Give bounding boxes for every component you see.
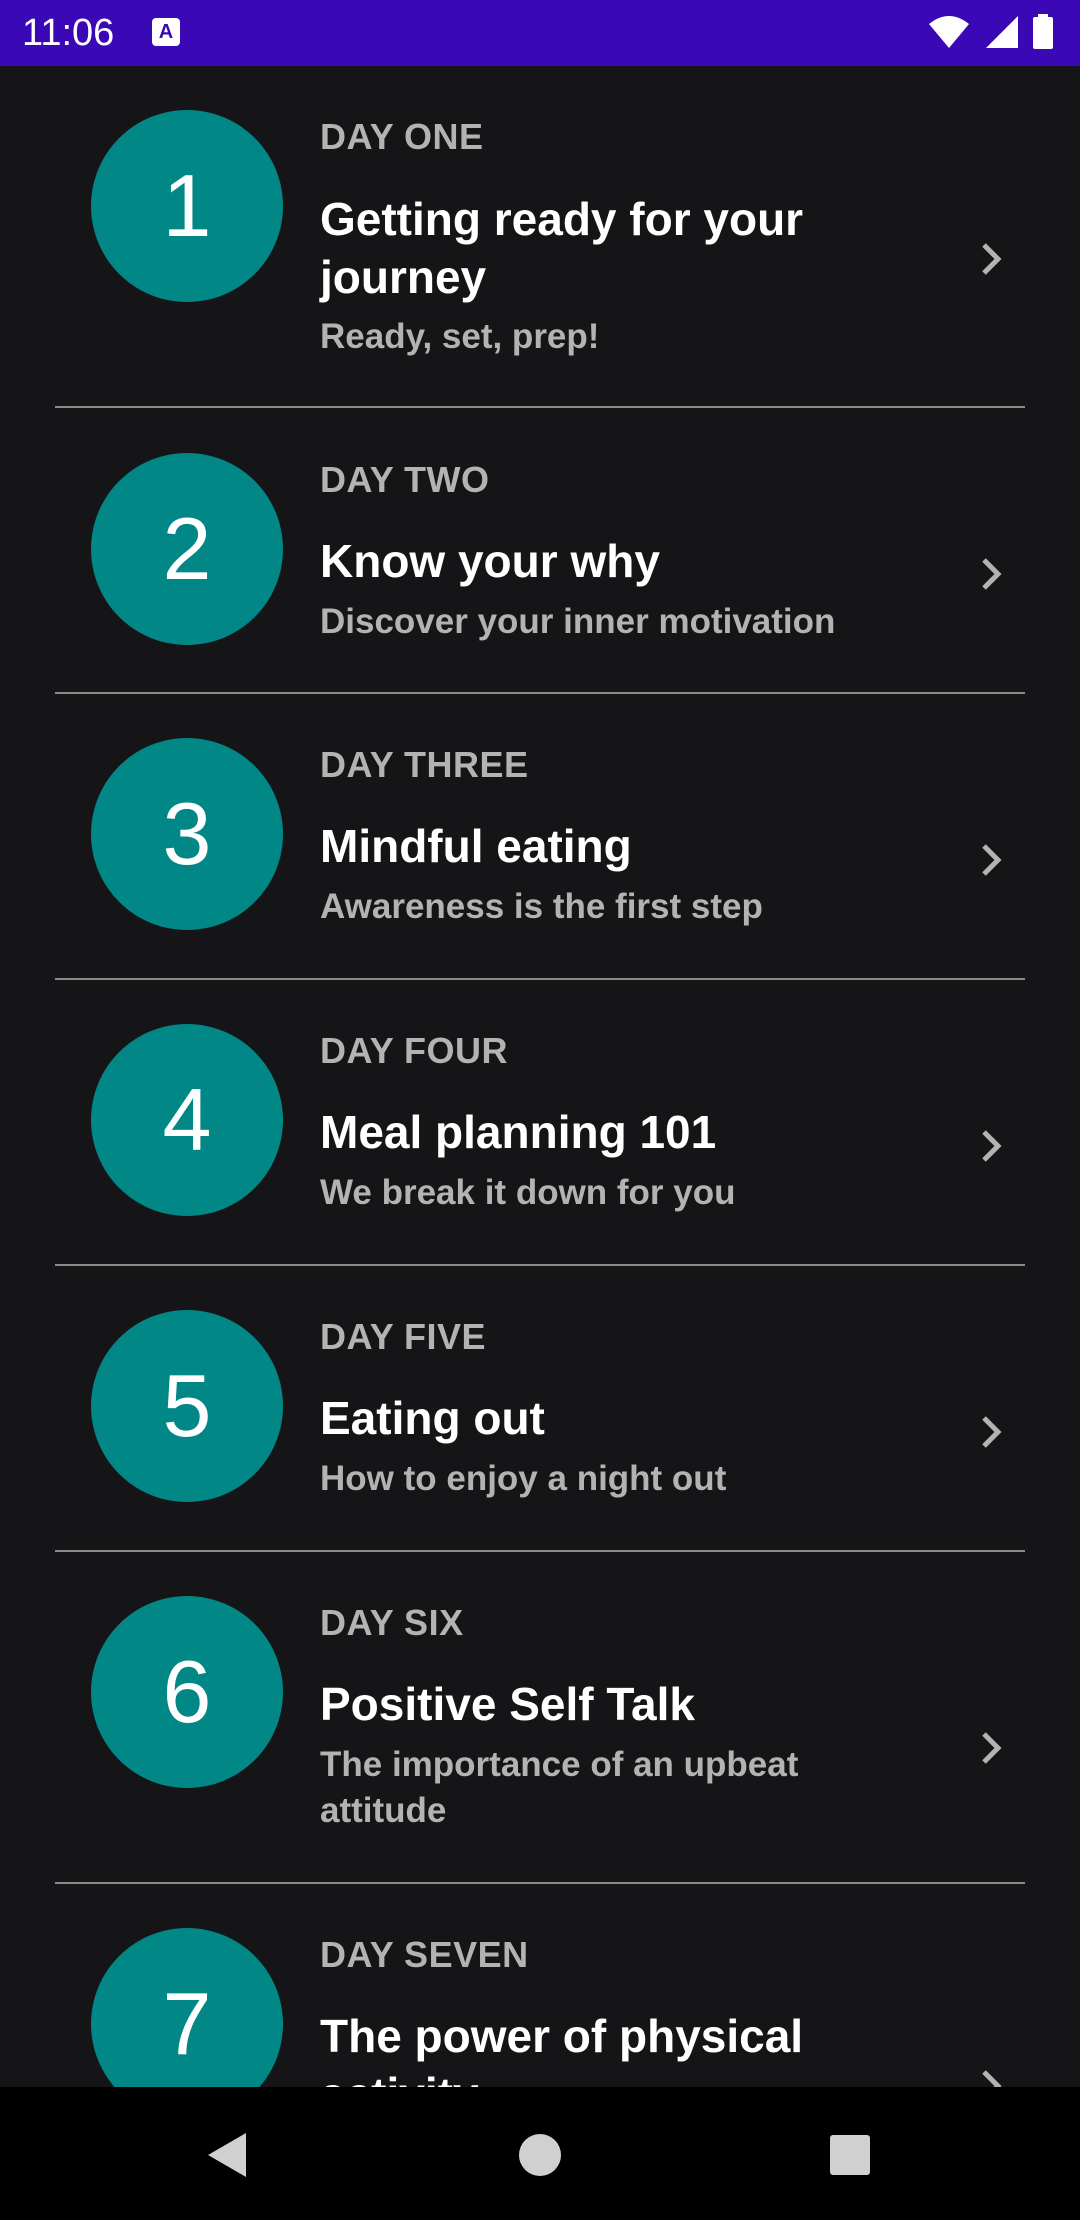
day-label: DAY SIX <box>320 1602 464 1643</box>
item-title: Getting ready for your journey <box>320 193 804 303</box>
list-item-day-two[interactable]: 2 DAY TWO Know your why Discover your in… <box>0 408 1080 694</box>
day-label: DAY FOUR <box>320 1030 509 1071</box>
item-subtitle: Awareness is the first step <box>320 887 763 926</box>
status-icons <box>919 14 1054 50</box>
chevron-right-icon <box>982 243 1002 275</box>
list-item-day-one[interactable]: 1 DAY ONE Getting ready for your journey… <box>0 66 1080 408</box>
chevron-right-icon <box>982 1130 1002 1162</box>
day-list[interactable]: 1 DAY ONE Getting ready for your journey… <box>0 66 1080 2087</box>
notification-app-icon: A <box>152 18 180 46</box>
day-number-circle: 1 <box>91 110 283 302</box>
day-number-circle: 5 <box>91 1310 283 1502</box>
item-title: Meal planning 101 <box>320 1106 717 1158</box>
status-bar: 11:06 A <box>0 0 1080 66</box>
list-item-day-six[interactable]: 6 DAY SIX Positive Self Talk The importa… <box>0 1552 1080 1884</box>
cell-signal-icon <box>985 16 1018 48</box>
list-item-day-four[interactable]: 4 DAY FOUR Meal planning 101 We break it… <box>0 980 1080 1266</box>
item-title: Mindful eating <box>320 820 632 872</box>
item-title: The power of physical activity <box>320 2010 804 2087</box>
chevron-right-icon <box>982 1416 1002 1448</box>
item-subtitle: The importance of an upbeat attitude <box>320 1745 799 1830</box>
day-number-circle: 7 <box>91 1928 283 2087</box>
wifi-icon <box>929 16 970 48</box>
item-subtitle: Discover your inner motivation <box>320 602 836 641</box>
item-title: Know your why <box>320 535 660 587</box>
chevron-right-icon <box>982 1732 1002 1764</box>
recents-square-icon[interactable] <box>822 2127 878 2183</box>
chevron-right-icon <box>982 844 1002 876</box>
list-item-day-seven[interactable]: 7 DAY SEVEN The power of physical activi… <box>0 1884 1080 2087</box>
item-subtitle: Ready, set, prep! <box>320 317 600 356</box>
day-label: DAY THREE <box>320 744 529 785</box>
item-title: Positive Self Talk <box>320 1678 695 1730</box>
list-item-day-three[interactable]: 3 DAY THREE Mindful eating Awareness is … <box>0 694 1080 980</box>
day-number-circle: 4 <box>91 1024 283 1216</box>
day-label: DAY FIVE <box>320 1316 487 1357</box>
item-subtitle: We break it down for you <box>320 1173 736 1212</box>
day-number-circle: 2 <box>91 453 283 645</box>
day-label: DAY TWO <box>320 459 490 500</box>
back-triangle-icon[interactable] <box>200 2127 256 2183</box>
list-item-day-five[interactable]: 5 DAY FIVE Eating out How to enjoy a nig… <box>0 1266 1080 1552</box>
day-number-circle: 3 <box>91 738 283 930</box>
chevron-right-icon <box>982 2070 1002 2087</box>
battery-icon <box>1033 14 1053 49</box>
home-circle-icon[interactable] <box>512 2127 568 2183</box>
day-number-circle: 6 <box>91 1596 283 1788</box>
day-label: DAY ONE <box>320 116 484 157</box>
status-time: 11:06 <box>22 12 115 54</box>
item-subtitle: How to enjoy a night out <box>320 1459 727 1498</box>
item-title: Eating out <box>320 1392 545 1444</box>
navigation-bar <box>0 2087 1080 2220</box>
day-label: DAY SEVEN <box>320 1934 529 1975</box>
chevron-right-icon <box>982 558 1002 590</box>
